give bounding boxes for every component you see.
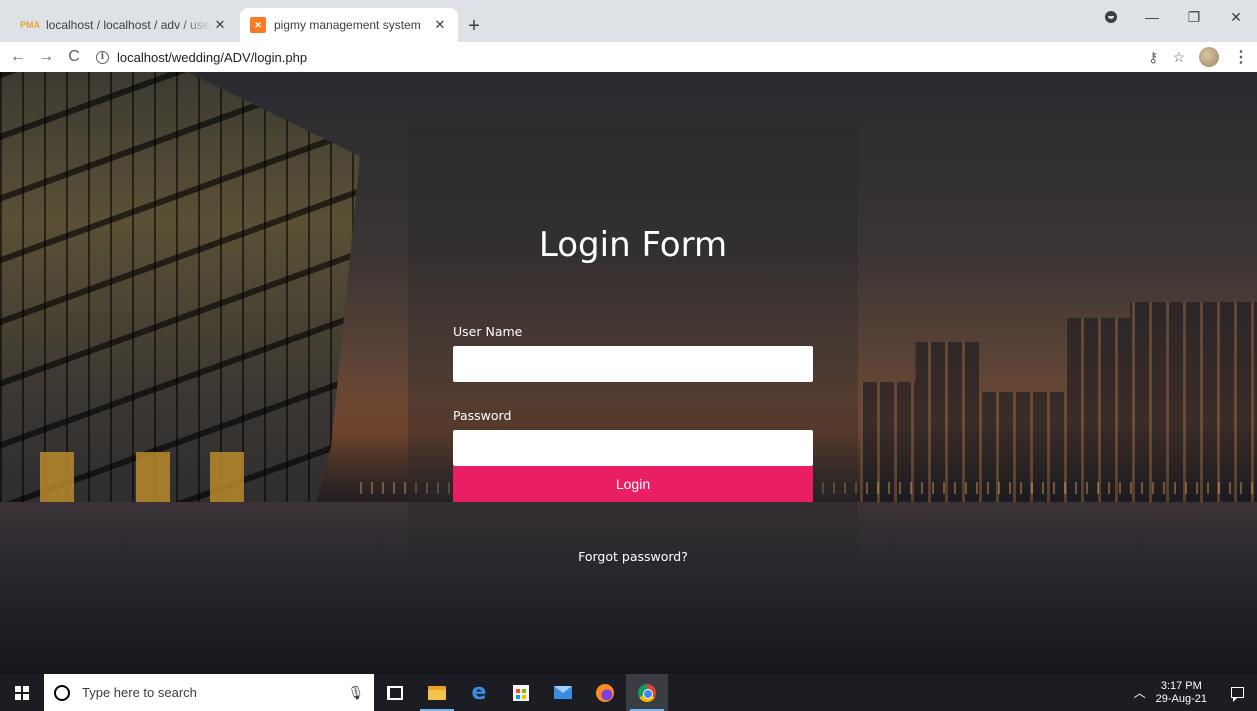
firefox-icon: [596, 683, 614, 702]
system-tray: ︿ 3:17 PM 29-Aug-21: [1134, 674, 1257, 711]
clock-date: 29-Aug-21: [1155, 692, 1207, 705]
start-button[interactable]: [0, 674, 44, 711]
background-window-light: [136, 452, 170, 508]
windows-taskbar: Type here to search 🎙 e ︿ 3:17 PM 29-Aug…: [0, 674, 1257, 711]
close-icon[interactable]: ✕: [432, 17, 448, 33]
mail-button[interactable]: [542, 674, 584, 711]
window-controls: — ❐ ✕: [1105, 0, 1257, 34]
tab-title: pigmy management system: [274, 18, 421, 32]
star-icon[interactable]: ☆: [1172, 49, 1185, 66]
username-input[interactable]: [453, 346, 813, 382]
task-view-icon: [387, 685, 403, 700]
xampp-icon: ✕: [250, 17, 266, 33]
tab-pigmy-management[interactable]: ✕ pigmy management system ✕: [240, 8, 458, 42]
address-bar[interactable]: i localhost/wedding/ADV/login.php: [96, 44, 1096, 70]
toolbar-actions: ⚷ ☆ ⋮: [1148, 42, 1249, 72]
password-label: Password: [453, 408, 512, 423]
edge-button[interactable]: e: [458, 674, 500, 711]
chevron-up-icon[interactable]: ︿: [1134, 684, 1146, 701]
username-label: User Name: [453, 324, 523, 339]
key-icon[interactable]: ⚷: [1148, 49, 1158, 66]
store-button[interactable]: [500, 674, 542, 711]
forgot-password-link[interactable]: Forgot password?: [408, 549, 858, 564]
login-form: Login Form User Name Password Login Forg…: [408, 125, 858, 564]
reload-icon[interactable]: C: [60, 43, 88, 71]
minimize-icon[interactable]: —: [1131, 0, 1173, 34]
password-input[interactable]: [453, 430, 813, 466]
notification-button[interactable]: [1217, 674, 1257, 711]
search-placeholder: Type here to search: [82, 685, 197, 700]
form-title: Login Form: [538, 225, 728, 265]
clock-time: 3:17 PM: [1160, 679, 1202, 692]
background-city-skyline: [860, 302, 1257, 502]
login-button[interactable]: Login: [453, 466, 813, 502]
browser-tab-strip: PMA localhost / localhost / adv / users …: [0, 0, 1257, 42]
url-text[interactable]: localhost/wedding/ADV/login.php: [117, 50, 307, 65]
profile-avatar[interactable]: [1199, 47, 1219, 67]
back-icon[interactable]: ←: [4, 43, 32, 71]
chrome-button[interactable]: [626, 674, 668, 711]
mail-icon: [554, 686, 572, 699]
background-window-light: [210, 452, 244, 508]
cortana-icon: [54, 684, 70, 701]
kebab-menu-icon[interactable]: ⋮: [1233, 47, 1249, 67]
windows-logo-icon: [15, 685, 29, 700]
file-explorer-icon: [428, 685, 446, 700]
close-icon[interactable]: ✕: [212, 17, 228, 33]
microphone-icon[interactable]: 🎙: [347, 685, 364, 701]
taskbar-search[interactable]: Type here to search 🎙: [44, 674, 374, 711]
file-explorer-button[interactable]: [416, 674, 458, 711]
clock[interactable]: 3:17 PM 29-Aug-21: [1156, 680, 1207, 706]
info-icon[interactable]: i: [96, 50, 109, 64]
phpmyadmin-icon: PMA: [20, 20, 40, 30]
page-content: Login Form User Name Password Login Forg…: [0, 72, 1257, 674]
window-close-icon[interactable]: ✕: [1215, 0, 1257, 34]
forward-icon[interactable]: →: [32, 43, 60, 71]
new-tab-button[interactable]: +: [462, 14, 486, 38]
background-window-light: [40, 452, 74, 508]
browser-toolbar: ← → C i localhost/wedding/ADV/login.php …: [0, 42, 1257, 72]
edge-icon: e: [471, 680, 487, 705]
task-view-button[interactable]: [374, 674, 416, 711]
chrome-icon: [638, 683, 656, 702]
profile-indicator-icon[interactable]: [1105, 11, 1117, 23]
notification-icon: [1230, 687, 1244, 702]
store-icon: [513, 684, 529, 701]
tab-phpmyadmin[interactable]: PMA localhost / localhost / adv / users …: [12, 8, 238, 42]
restore-icon[interactable]: ❐: [1173, 0, 1215, 34]
tab-title: localhost / localhost / adv / users: [46, 18, 212, 32]
firefox-button[interactable]: [584, 674, 626, 711]
